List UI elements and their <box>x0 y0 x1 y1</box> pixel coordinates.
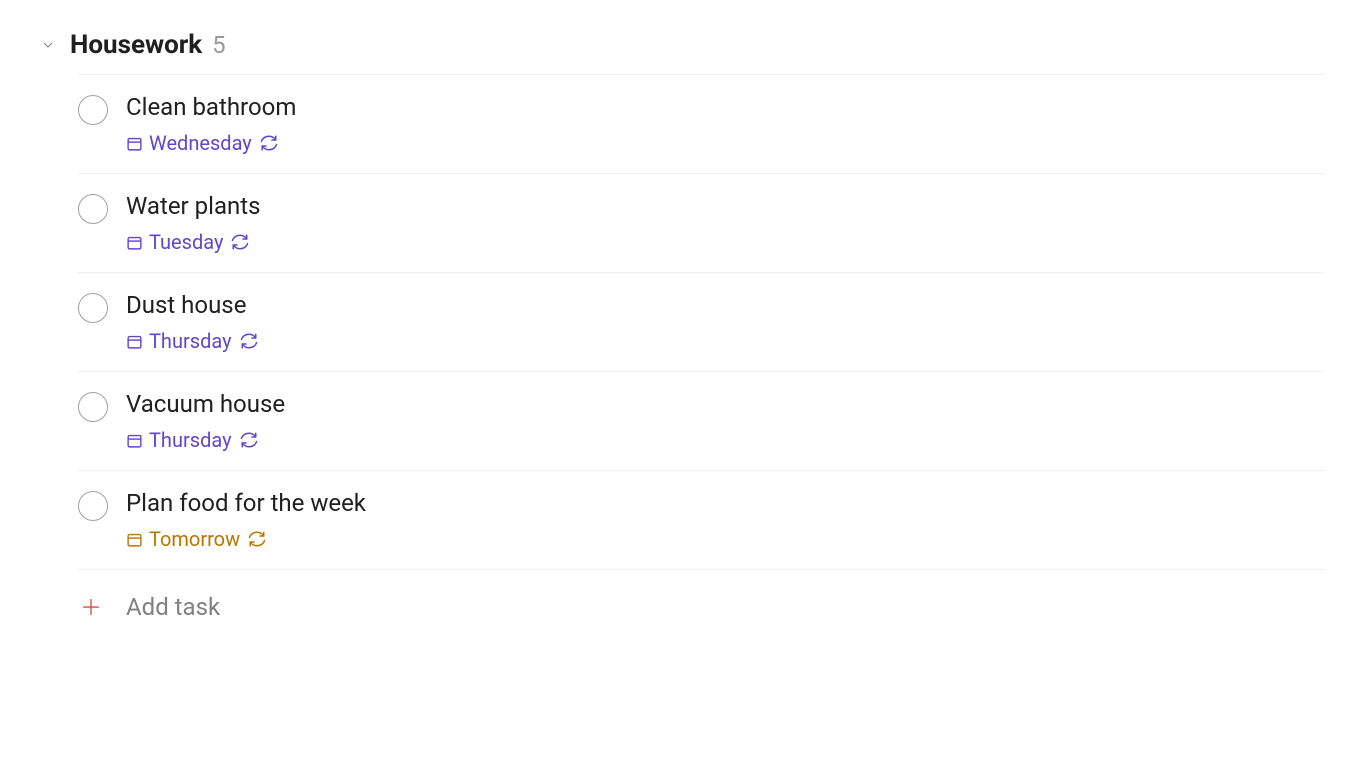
section-count: 5 <box>212 31 226 59</box>
task-checkbox[interactable] <box>78 491 108 521</box>
task-title: Plan food for the week <box>126 489 1324 517</box>
task-content: Clean bathroom Wednesday <box>126 93 1324 155</box>
repeat-icon <box>240 431 258 449</box>
section-header: Housework 5 <box>38 30 1324 60</box>
task-item[interactable]: Water plants Tuesday <box>78 174 1324 273</box>
add-task-button[interactable]: Add task <box>78 570 1324 644</box>
task-list: Clean bathroom Wednesday Water plants Tu… <box>78 74 1324 570</box>
task-date-label: Thursday <box>149 428 232 452</box>
task-checkbox[interactable] <box>78 95 108 125</box>
task-item[interactable]: Plan food for the week Tomorrow <box>78 471 1324 570</box>
task-date[interactable]: Thursday <box>126 329 1324 353</box>
task-checkbox[interactable] <box>78 194 108 224</box>
repeat-icon <box>260 134 278 152</box>
task-content: Vacuum house Thursday <box>126 390 1324 452</box>
calendar-icon <box>126 135 143 152</box>
plus-icon <box>78 594 104 620</box>
calendar-icon <box>126 333 143 350</box>
section-title-wrapper[interactable]: Housework 5 <box>70 30 226 60</box>
task-title: Clean bathroom <box>126 93 1324 121</box>
task-date-label: Tuesday <box>149 230 223 254</box>
chevron-down-icon[interactable] <box>38 35 58 55</box>
task-item[interactable]: Clean bathroom Wednesday <box>78 75 1324 174</box>
repeat-icon <box>240 332 258 350</box>
task-date[interactable]: Thursday <box>126 428 1324 452</box>
task-date-label: Tomorrow <box>149 527 240 551</box>
task-date-label: Wednesday <box>149 131 252 155</box>
task-date[interactable]: Wednesday <box>126 131 1324 155</box>
task-title: Water plants <box>126 192 1324 220</box>
add-task-label: Add task <box>126 593 220 621</box>
task-content: Plan food for the week Tomorrow <box>126 489 1324 551</box>
task-checkbox[interactable] <box>78 392 108 422</box>
task-date[interactable]: Tuesday <box>126 230 1324 254</box>
section-title: Housework <box>70 30 202 60</box>
calendar-icon <box>126 234 143 251</box>
repeat-icon <box>248 530 266 548</box>
task-title: Dust house <box>126 291 1324 319</box>
repeat-icon <box>231 233 249 251</box>
task-content: Dust house Thursday <box>126 291 1324 353</box>
task-item[interactable]: Vacuum house Thursday <box>78 372 1324 471</box>
task-checkbox[interactable] <box>78 293 108 323</box>
task-title: Vacuum house <box>126 390 1324 418</box>
task-date-label: Thursday <box>149 329 232 353</box>
task-item[interactable]: Dust house Thursday <box>78 273 1324 372</box>
calendar-icon <box>126 531 143 548</box>
task-content: Water plants Tuesday <box>126 192 1324 254</box>
calendar-icon <box>126 432 143 449</box>
task-date[interactable]: Tomorrow <box>126 527 1324 551</box>
